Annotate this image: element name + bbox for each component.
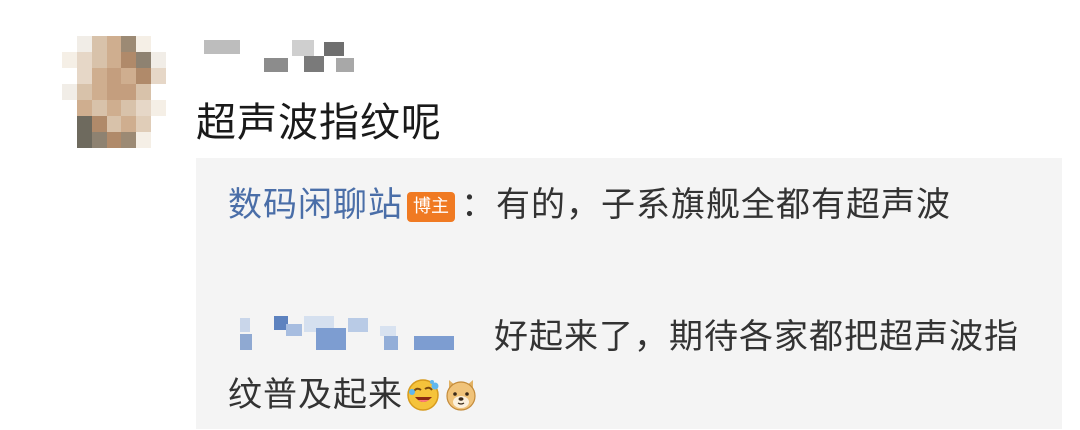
comment-text: 超声波指纹呢 bbox=[196, 100, 442, 146]
reply-text: 有的，子系旗舰全都有超声波 bbox=[496, 185, 951, 225]
username-censored[interactable] bbox=[200, 38, 360, 74]
reply-author-link[interactable]: 数码闲聊站 bbox=[228, 185, 403, 225]
avatar[interactable] bbox=[62, 36, 166, 148]
laughing-crying-emoji-icon bbox=[405, 372, 441, 430]
reply-author-censored[interactable] bbox=[228, 314, 468, 354]
reply-item: 好起来了，期待各家都把超声波指纹普及起来 bbox=[228, 308, 1028, 430]
reply-box: 数码闲聊站 博主 ：有的，子系旗舰全都有超声波 好起来了，期待各家都把超声波指纹普及… bbox=[196, 158, 1062, 429]
doge-emoji-icon bbox=[443, 372, 479, 430]
reply-separator: ： bbox=[461, 185, 496, 225]
blogger-badge: 博主 bbox=[407, 192, 455, 222]
reply-item: 数码闲聊站 博主 ：有的，子系旗舰全都有超声波 bbox=[228, 176, 1028, 234]
